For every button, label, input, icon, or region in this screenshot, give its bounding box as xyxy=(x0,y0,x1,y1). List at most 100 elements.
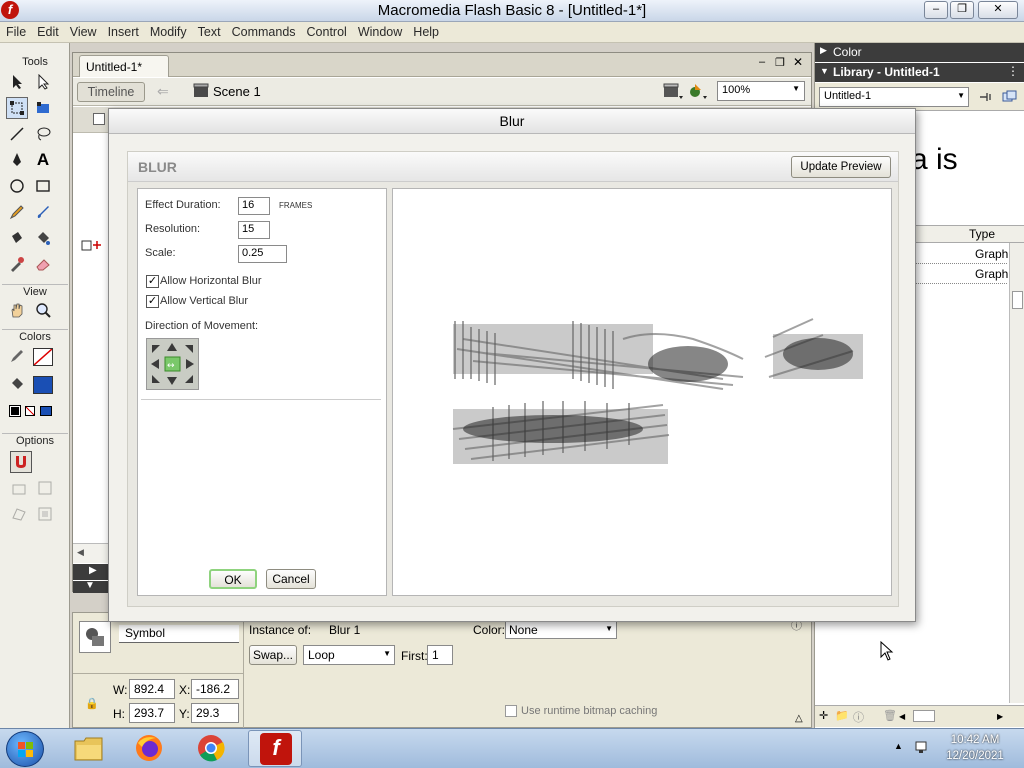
menu-view[interactable]: View xyxy=(64,22,102,39)
menu-insert[interactable]: Insert xyxy=(102,22,144,39)
ink-bottle-tool-icon[interactable] xyxy=(6,227,28,249)
stroke-color-icon[interactable] xyxy=(6,345,28,367)
black-white-icon[interactable] xyxy=(9,405,21,417)
footer-scroll-right-icon[interactable]: ▶ xyxy=(997,712,1003,721)
type-column-header[interactable]: Type xyxy=(969,227,995,241)
file-explorer-icon[interactable] xyxy=(72,733,106,763)
library-scroll-thumb[interactable] xyxy=(1012,291,1023,309)
y-field[interactable]: 29.3 xyxy=(191,703,239,723)
timeline-button[interactable]: Timeline xyxy=(77,82,145,102)
color-effect-select[interactable]: None ▼ xyxy=(505,621,617,639)
vertical-blur-checkbox[interactable]: ✓ xyxy=(146,295,159,308)
dialog-title[interactable]: Blur xyxy=(109,109,915,134)
firefox-icon[interactable] xyxy=(132,733,166,763)
swap-colors-icon[interactable] xyxy=(40,406,52,416)
new-symbol-icon[interactable]: ✛ xyxy=(819,709,828,722)
restore-button[interactable]: ❐ xyxy=(950,1,974,19)
flash-taskbar-button[interactable]: f xyxy=(248,730,302,767)
text-tool-icon[interactable]: A xyxy=(32,149,54,171)
stroke-color-swatch[interactable] xyxy=(33,348,53,366)
color-expand-icon[interactable]: ▶ xyxy=(820,45,827,56)
pen-tool-icon[interactable] xyxy=(6,149,28,171)
color-swap-controls[interactable] xyxy=(9,405,66,420)
fill-color-icon[interactable] xyxy=(6,373,28,395)
eyedropper-tool-icon[interactable] xyxy=(6,253,28,275)
swap-button[interactable]: Swap... xyxy=(249,645,297,665)
x-field[interactable]: -186.2 xyxy=(191,679,239,699)
doc-close-icon[interactable]: ✕ xyxy=(793,55,803,69)
clock-time[interactable]: 10:42 AM xyxy=(940,734,1010,746)
delete-icon[interactable]: 🗑 xyxy=(883,709,897,722)
doc-minimize-icon[interactable]: – xyxy=(759,56,765,68)
height-field[interactable]: 293.7 xyxy=(129,703,175,723)
scale-field[interactable]: 0.25 xyxy=(238,245,287,263)
subselection-tool-icon[interactable] xyxy=(32,71,54,93)
ok-button[interactable]: OK xyxy=(209,569,257,589)
menu-file[interactable]: File xyxy=(0,22,31,39)
new-folder-icon[interactable]: 📁 xyxy=(835,709,849,722)
snap-magnet-icon[interactable] xyxy=(10,451,32,473)
close-button[interactable]: ✕ xyxy=(978,1,1018,19)
loop-select[interactable]: Loop ▼ xyxy=(303,645,395,665)
library-panel-header[interactable]: ▼ Library - Untitled-1 ⋮ xyxy=(815,63,1024,82)
color-panel-header[interactable]: ▶ Color xyxy=(815,43,1024,62)
clock-date[interactable]: 12/20/2021 xyxy=(940,750,1010,762)
width-field[interactable]: 892.4 xyxy=(129,679,175,699)
pencil-tool-icon[interactable] xyxy=(6,201,28,223)
free-transform-tool-icon[interactable] xyxy=(6,97,28,119)
resolution-field[interactable]: 15 xyxy=(238,221,270,239)
bitmap-caching-checkbox[interactable] xyxy=(505,705,517,717)
document-tab[interactable]: Untitled-1* xyxy=(79,55,169,77)
library-row-type[interactable]: Graph xyxy=(975,247,1008,261)
cancel-button[interactable]: Cancel xyxy=(266,569,316,589)
doc-restore-icon[interactable]: ❐ xyxy=(775,56,785,69)
library-document-select[interactable]: Untitled-1 ▼ xyxy=(819,87,969,107)
library-collapse-icon[interactable]: ▼ xyxy=(820,66,829,76)
lock-icon[interactable]: 🔒 xyxy=(85,697,99,710)
loop-dropdown-icon[interactable]: ▼ xyxy=(383,649,391,658)
zoom-select[interactable]: 100% ▼ xyxy=(717,81,805,101)
first-frame-field[interactable]: 1 xyxy=(427,645,453,665)
fill-transform-tool-icon[interactable] xyxy=(32,97,54,119)
back-arrow-icon[interactable]: ⇐ xyxy=(157,83,169,100)
pin-library-icon[interactable] xyxy=(977,89,993,105)
footer-scroll-thumb[interactable] xyxy=(913,710,935,722)
menu-modify[interactable]: Modify xyxy=(144,22,192,39)
menu-commands[interactable]: Commands xyxy=(226,22,301,39)
menu-window[interactable]: Window xyxy=(352,22,407,39)
layer-icon[interactable] xyxy=(93,113,105,125)
symbol-behavior-select[interactable]: Symbol xyxy=(119,625,239,643)
horizontal-blur-checkbox[interactable]: ✓ xyxy=(146,275,159,288)
footer-scroll-left-icon[interactable]: ◀ xyxy=(899,712,905,721)
brush-tool-icon[interactable] xyxy=(32,201,54,223)
update-preview-button[interactable]: Update Preview xyxy=(791,156,891,178)
color-dropdown-icon[interactable]: ▼ xyxy=(605,624,613,633)
rectangle-tool-icon[interactable] xyxy=(32,175,54,197)
no-color-icon[interactable] xyxy=(25,406,35,416)
eraser-tool-icon[interactable] xyxy=(32,253,54,275)
oval-tool-icon[interactable] xyxy=(6,175,28,197)
paint-bucket-tool-icon[interactable] xyxy=(32,227,54,249)
direction-grid[interactable]: ↔ xyxy=(146,338,199,390)
network-icon[interactable] xyxy=(914,739,930,755)
scroll-left-icon[interactable]: ◀ xyxy=(77,547,84,558)
properties-icon[interactable]: ⓘ xyxy=(853,709,864,725)
minimize-button[interactable]: – xyxy=(924,1,948,19)
edit-symbols-icon[interactable] xyxy=(689,82,709,100)
new-library-panel-icon[interactable] xyxy=(1001,89,1017,105)
menu-edit[interactable]: Edit xyxy=(31,22,64,39)
library-row-type[interactable]: Graph xyxy=(975,267,1008,281)
props-expand-icon[interactable]: △ xyxy=(795,713,803,724)
chrome-icon[interactable] xyxy=(194,733,228,763)
hand-tool-icon[interactable] xyxy=(6,299,28,321)
library-scrollbar[interactable] xyxy=(1009,243,1024,703)
selection-tool-icon[interactable] xyxy=(6,71,28,93)
start-button[interactable] xyxy=(6,731,44,767)
library-options-icon[interactable]: ⋮ xyxy=(1007,64,1019,78)
menu-help[interactable]: Help xyxy=(407,22,444,39)
lasso-tool-icon[interactable] xyxy=(32,123,54,145)
window-titlebar[interactable]: f Macromedia Flash Basic 8 - [Untitled-1… xyxy=(0,0,1024,22)
menu-control[interactable]: Control xyxy=(301,22,352,39)
zoom-tool-icon[interactable] xyxy=(32,299,54,321)
line-tool-icon[interactable] xyxy=(6,123,28,145)
